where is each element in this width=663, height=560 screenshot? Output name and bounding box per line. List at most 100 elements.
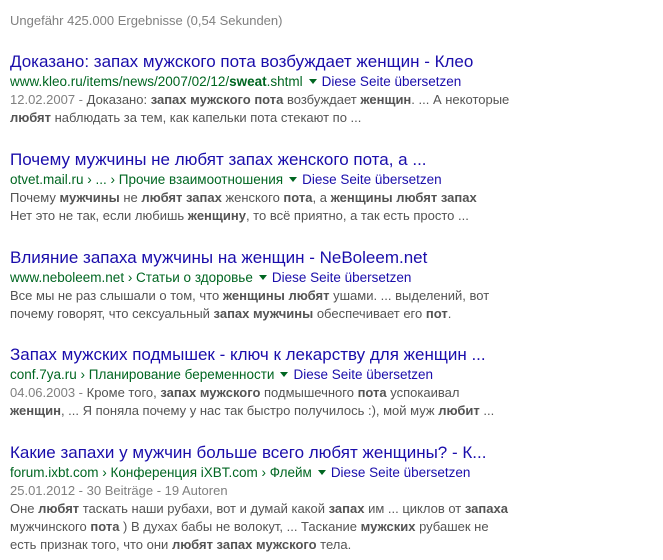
result-title[interactable]: Влияние запаха мужчины на женщин - NeBol… [10,248,655,268]
url-highlight: sweat [229,74,267,89]
snippet-highlight: любят [10,110,51,125]
snippet-text: не [119,190,142,205]
dropdown-arrow-icon[interactable] [258,275,267,281]
snippet-highlight: женщин [10,403,61,418]
translate-link[interactable]: Diese Seite übersetzen [322,74,462,89]
snippet-text: 04.06.2003 - [10,385,87,400]
snippet-text: успокаивал [386,385,460,400]
snippet-text: ) В духах бабы не волокут, ... Таскание [119,519,361,534]
snippet-highlight: запах мужчины [213,306,314,321]
snippet-line: любят наблюдать за тем, как капельки пот… [10,109,530,127]
snippet-text: , а [312,190,331,205]
dropdown-arrow-icon[interactable] [289,177,298,183]
snippet-text: . ... А некоторые [411,92,510,107]
snippet-text: 25.01.2012 - 30 Beiträge - 19 Autoren [10,483,228,498]
snippet-text: возбуждает [283,92,361,107]
snippet-highlight: женщин [360,92,412,107]
result-url: www.neboleem.net › Статьи о здоровье [10,270,253,285]
dropdown-arrow-icon[interactable] [280,372,289,378]
snippet-line: Почему мужчины не любят запах женского п… [10,189,530,207]
snippet-line: Нет это не так, если любишь женщину, то … [10,207,530,225]
result-title[interactable]: Доказано: запах мужского пота возбуждает… [10,52,655,72]
snippet-line: есть признак того, что они любят запах м… [10,536,530,554]
snippet-text: им ... циклов от [364,501,465,516]
translate-link[interactable]: Diese Seite übersetzen [293,367,433,382]
snippet-text: Оне [10,501,39,516]
result-title[interactable]: Почему мужчины не любят запах женского п… [10,150,655,170]
snippet-text: Нет это не так, если любишь [10,208,188,223]
search-results: Ungefähr 425.000 Ergebnisse (0,54 Sekund… [10,0,655,552]
snippet-text: ушами. ... выделений, вот [329,288,490,303]
dropdown-arrow-icon[interactable] [317,470,326,476]
snippet-line: мужчинского пота ) В духах бабы не волок… [10,518,530,536]
snippet-highlight: пота [283,190,313,205]
snippet-highlight: пота [90,519,120,534]
snippet-text: таскать наши рубахи, вот и думай какой [79,501,329,516]
translate-link[interactable]: Diese Seite übersetzen [302,172,442,187]
snippet-highlight: любят запах мужского [171,537,317,552]
snippet-line: Оне любят таскать наши рубахи, вот и дум… [10,500,530,518]
result-url-line: www.kleo.ru/items/news/2007/02/12/sweat.… [10,73,655,91]
result-url: conf.7ya.ru › Планирование беременности [10,367,275,382]
result-title[interactable]: Какие запахи у мужчин больше всего любят… [10,443,655,463]
snippet-text: Кроме того, [86,385,161,400]
snippet-highlight: мужских [360,519,416,534]
snippet-text: подмышечного [260,385,358,400]
result-snippet: Почему мужчины не любят запах женского п… [10,189,530,225]
snippet-highlight: любят [38,501,80,516]
result-url: otvet.mail.ru › ... › Прочие взаимоотнош… [10,172,284,187]
result-2: Почему мужчины не любят запах женского п… [10,150,655,225]
snippet-text: рубашек не [415,519,489,534]
snippet-text: обеспечивает его [313,306,426,321]
snippet-text: мужчинского [10,519,91,534]
snippet-text: женского [221,190,284,205]
result-url-line: conf.7ya.ru › Планирование беременности D… [10,366,655,384]
snippet-line: женщин, ... Я поняла почему у нас так бы… [10,402,530,420]
snippet-highlight: женщины любят [222,288,330,303]
result-3: Влияние запаха мужчины на женщин - NeBol… [10,248,655,323]
result-5: Какие запахи у мужчин больше всего любят… [10,443,655,554]
snippet-text: почему говорят, что сексуальный [10,306,214,321]
snippet-text: 12.02.2007 - [10,92,87,107]
snippet-highlight: женщины любят запах [330,190,477,205]
snippet-highlight: любят запах [141,190,222,205]
result-title[interactable]: Запах мужских подмышек - ключ к лекарств… [10,345,655,365]
snippet-text: , ... Я поняла почему у нас так быстро п… [60,403,439,418]
snippet-text: Доказано: [86,92,151,107]
snippet-text: Почему [10,190,60,205]
snippet-text: тела. [316,537,352,552]
snippet-text: наблюдать за тем, как капельки пота стек… [51,110,362,125]
snippet-highlight: любит [438,403,480,418]
result-stats: Ungefähr 425.000 Ergebnisse (0,54 Sekund… [10,13,283,28]
snippet-line: 04.06.2003 - Кроме того, запах мужского … [10,384,530,402]
result-url: forum.ixbt.com › Конференция iXBT.com › … [10,465,312,480]
result-4: Запах мужских подмышек - ключ к лекарств… [10,345,655,420]
snippet-text: Все мы не раз слышали о том, что [10,288,223,303]
result-1: Доказано: запах мужского пота возбуждает… [10,52,655,127]
translate-link[interactable]: Diese Seite übersetzen [272,270,412,285]
snippet-highlight: мужчины [59,190,120,205]
result-url-line: otvet.mail.ru › ... › Прочие взаимоотнош… [10,171,655,189]
snippet-highlight: пот [425,306,448,321]
snippet-highlight: запах мужского [160,385,261,400]
result-snippet: 04.06.2003 - Кроме того, запах мужского … [10,384,530,420]
result-snippet: 12.02.2007 - Доказано: запах мужского по… [10,91,530,127]
result-snippet: 25.01.2012 - 30 Beiträge - 19 Autoren Он… [10,482,530,554]
translate-link[interactable]: Diese Seite übersetzen [331,465,471,480]
snippet-highlight: запах [328,501,365,516]
snippet-highlight: женщину [187,208,246,223]
snippet-line: почему говорят, что сексуальный запах му… [10,305,530,323]
snippet-text: , то всё приятно, а так есть просто ... [245,208,469,223]
snippet-meta: 25.01.2012 - 30 Beiträge - 19 Autoren [10,482,530,500]
url-text-end: .shtml [266,74,303,89]
result-url: www.kleo.ru/items/news/2007/02/12/sweat.… [10,74,303,89]
dropdown-arrow-icon[interactable] [308,79,317,85]
snippet-text: есть признак того, что они [10,537,172,552]
result-snippet: Все мы не раз слышали о том, что женщины… [10,287,530,323]
result-url-line: www.neboleem.net › Статьи о здоровье Dies… [10,269,655,287]
snippet-line: 12.02.2007 - Доказано: запах мужского по… [10,91,530,109]
snippet-line: Все мы не раз слышали о том, что женщины… [10,287,530,305]
snippet-highlight: запах мужского пота [150,92,284,107]
snippet-highlight: пота [357,385,387,400]
url-text: www.kleo.ru/items/news/2007/02/12/ [10,74,230,89]
